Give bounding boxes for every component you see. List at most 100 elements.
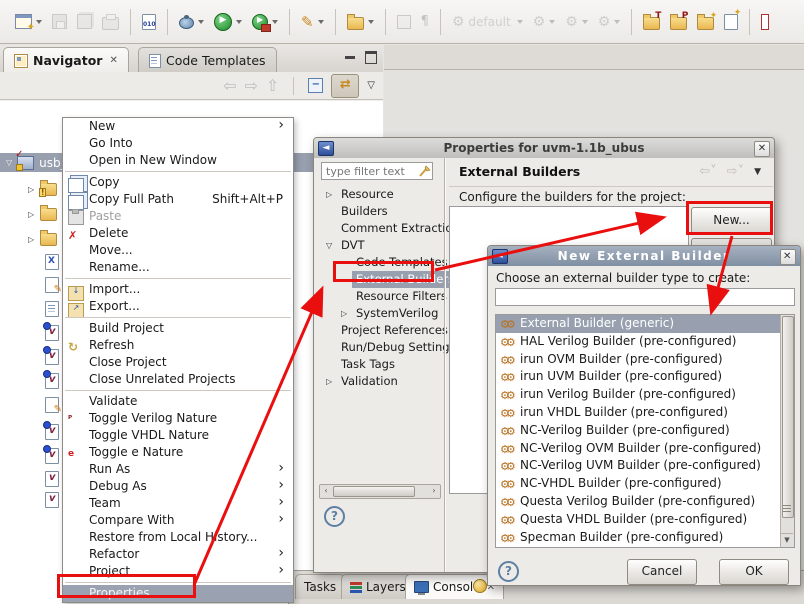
scrollbar-thumb[interactable] — [333, 486, 415, 497]
back-history-icon[interactable]: ⇦˅ — [699, 164, 716, 179]
close-icon[interactable]: ✕ — [780, 249, 796, 265]
menu-item-team[interactable]: Team — [63, 495, 293, 512]
tree-row[interactable] — [45, 301, 59, 317]
scrollbar-thumb[interactable] — [782, 316, 794, 518]
builder-option[interactable]: ⚙⚙irun UVM Builder (pre-configured) — [496, 368, 794, 386]
builder-option[interactable]: ⚙⚙irun OVM Builder (pre-configured) — [496, 351, 794, 369]
collapsed-twisty-icon[interactable]: ▷ — [326, 186, 332, 203]
save-all-button[interactable] — [74, 11, 95, 32]
new-file-button[interactable] — [721, 11, 741, 33]
menu-item-move[interactable]: Move... — [63, 242, 293, 259]
expanded-twisty-icon[interactable]: ▽ — [326, 237, 332, 254]
builder-option[interactable]: ⚙⚙Specman Builder (pre-configured) — [496, 529, 794, 547]
prop-tree-project-references[interactable]: Project References — [319, 322, 438, 339]
builder-option[interactable]: ⚙⚙Questa Verilog Builder (pre-configured… — [496, 493, 794, 511]
tree-row[interactable] — [45, 397, 59, 413]
scroll-left-icon[interactable]: ‹ — [320, 485, 332, 496]
open-resource-button[interactable] — [344, 10, 377, 33]
tab-tasks[interactable]: Tasks — [295, 574, 345, 599]
menu-item-project[interactable]: Project — [63, 563, 293, 580]
show-whitespace-button[interactable]: ¶ — [418, 11, 432, 32]
menu-item-rename[interactable]: Rename... — [63, 259, 293, 276]
tree-row[interactable] — [45, 325, 59, 341]
menu-item-toggle-vhdl-nature[interactable]: Toggle VHDL Nature — [63, 427, 293, 444]
collapsed-twisty-icon[interactable]: ▷ — [341, 305, 347, 322]
help-icon[interactable]: ? — [498, 561, 519, 582]
collapsed-twisty-icon[interactable]: ▷ — [28, 185, 34, 194]
prop-tree-task-tags[interactable]: Task Tags — [319, 356, 438, 373]
builder-option[interactable]: ⚙⚙NC-VHDL Builder (pre-configured) — [496, 475, 794, 493]
new-task-folder-button[interactable] — [640, 10, 663, 33]
builder-dialog-titlebar[interactable]: ◄ New External Builder ✕ — [488, 246, 800, 266]
prop-tree-systemverilog[interactable]: ▷SystemVerilog — [319, 305, 438, 322]
forward-history-icon[interactable]: ⇨˅ — [727, 164, 744, 179]
up-arrow-icon[interactable]: ⇧ — [266, 76, 279, 95]
gear-dropdown-2[interactable]: ⚙ — [562, 12, 591, 32]
menu-item-debug-as[interactable]: Debug As — [63, 478, 293, 495]
builder-option[interactable]: ⚙⚙NC-Verilog OVM Builder (pre-configured… — [496, 440, 794, 458]
link-with-editor-icon[interactable]: ⇄ — [331, 74, 359, 98]
view-menu-icon[interactable]: ▼ — [754, 167, 761, 177]
menu-item-build-project[interactable]: Build Project — [63, 320, 293, 337]
gear-dropdown-1[interactable]: ⚙ — [530, 12, 559, 32]
prop-tree-code-templates[interactable]: Code Templates — [319, 254, 438, 271]
prop-tree-external-builders[interactable]: External Builders — [319, 271, 438, 288]
prop-tree-resource[interactable]: ▷Resource — [319, 186, 438, 203]
run-button[interactable] — [211, 10, 245, 34]
tree-row[interactable] — [45, 424, 59, 440]
view-menu-icon[interactable]: ▽ — [367, 80, 375, 91]
scroll-right-icon[interactable]: › — [428, 485, 440, 496]
save-button[interactable] — [49, 11, 70, 32]
collapsed-twisty-icon[interactable]: ▷ — [28, 210, 34, 219]
tree-row[interactable] — [45, 349, 59, 365]
tab-code-templates[interactable]: Code Templates — [138, 47, 277, 73]
minimize-icon[interactable] — [345, 56, 355, 59]
menu-item-toggle-verilog-nature[interactable]: ᴾToggle Verilog Nature — [63, 410, 293, 427]
collapsed-twisty-icon[interactable]: ▷ — [28, 235, 34, 244]
menu-item-toggle-e-nature[interactable]: eToggle e Nature — [63, 444, 293, 461]
block-selection-button[interactable] — [394, 12, 414, 32]
tree-row[interactable]: ▷ — [28, 208, 57, 221]
menu-item-refactor[interactable]: Refactor — [63, 546, 293, 563]
open-console-icon[interactable] — [473, 579, 487, 593]
binary-file-button[interactable] — [139, 11, 159, 33]
tree-row[interactable] — [45, 471, 59, 487]
new-project-folder-button[interactable] — [667, 10, 690, 33]
tree-row[interactable] — [45, 448, 59, 464]
menu-item-validate[interactable]: Validate — [63, 393, 293, 410]
menu-item-paste[interactable]: Paste — [63, 208, 293, 225]
tree-row[interactable]: ▷ — [28, 233, 57, 246]
scroll-down-icon[interactable]: ▼ — [781, 533, 793, 547]
menu-item-go-into[interactable]: Go Into — [63, 135, 293, 152]
tree-row[interactable] — [45, 373, 59, 389]
menu-item-delete[interactable]: ✗Delete — [63, 225, 293, 242]
close-icon[interactable]: ✕ — [109, 55, 117, 66]
builder-type-input[interactable] — [495, 288, 795, 306]
new-folder-button[interactable] — [694, 10, 717, 33]
builder-option[interactable]: ⚙⚙irun Verilog Builder (pre-configured) — [496, 386, 794, 404]
menu-item-new[interactable]: New — [63, 118, 293, 135]
print-button[interactable] — [99, 11, 122, 33]
new-wizard-button[interactable] — [12, 11, 45, 32]
collapse-all-icon[interactable]: − — [308, 78, 323, 93]
properties-dialog-titlebar[interactable]: ◄ Properties for uvm-1.1b_ubus ✕ — [314, 138, 774, 158]
builder-option[interactable]: ⚙⚙External Builder (generic) — [496, 315, 794, 333]
run-external-tools-button[interactable] — [249, 11, 281, 33]
builder-option[interactable]: ⚙⚙NC-Verilog Builder (pre-configured) — [496, 422, 794, 440]
menu-item-close-unrelated-projects[interactable]: Close Unrelated Projects — [63, 371, 293, 388]
menu-item-restore-from-local-history[interactable]: Restore from Local History... — [63, 529, 293, 546]
ok-button[interactable]: OK — [719, 559, 789, 585]
back-arrow-icon[interactable]: ⇦ — [223, 76, 236, 95]
builder-option[interactable]: ⚙⚙HAL Verilog Builder (pre-configured) — [496, 333, 794, 351]
new-builder-button[interactable]: New... — [691, 207, 772, 234]
tree-row[interactable] — [45, 492, 59, 508]
forward-arrow-icon[interactable]: ⇨ — [244, 76, 257, 95]
menu-item-run-as[interactable]: Run As — [63, 461, 293, 478]
menu-item-properties[interactable]: Properties — [63, 585, 293, 602]
vertical-scrollbar[interactable]: ▼ — [780, 315, 794, 547]
prop-tree-dvt[interactable]: ▽DVT — [319, 237, 438, 254]
tab-navigator[interactable]: Navigator ✕ — [3, 47, 129, 73]
prop-tree-validation[interactable]: ▷Validation — [319, 373, 438, 390]
menu-item-close-project[interactable]: Close Project — [63, 354, 293, 371]
debug-button[interactable] — [176, 11, 207, 32]
